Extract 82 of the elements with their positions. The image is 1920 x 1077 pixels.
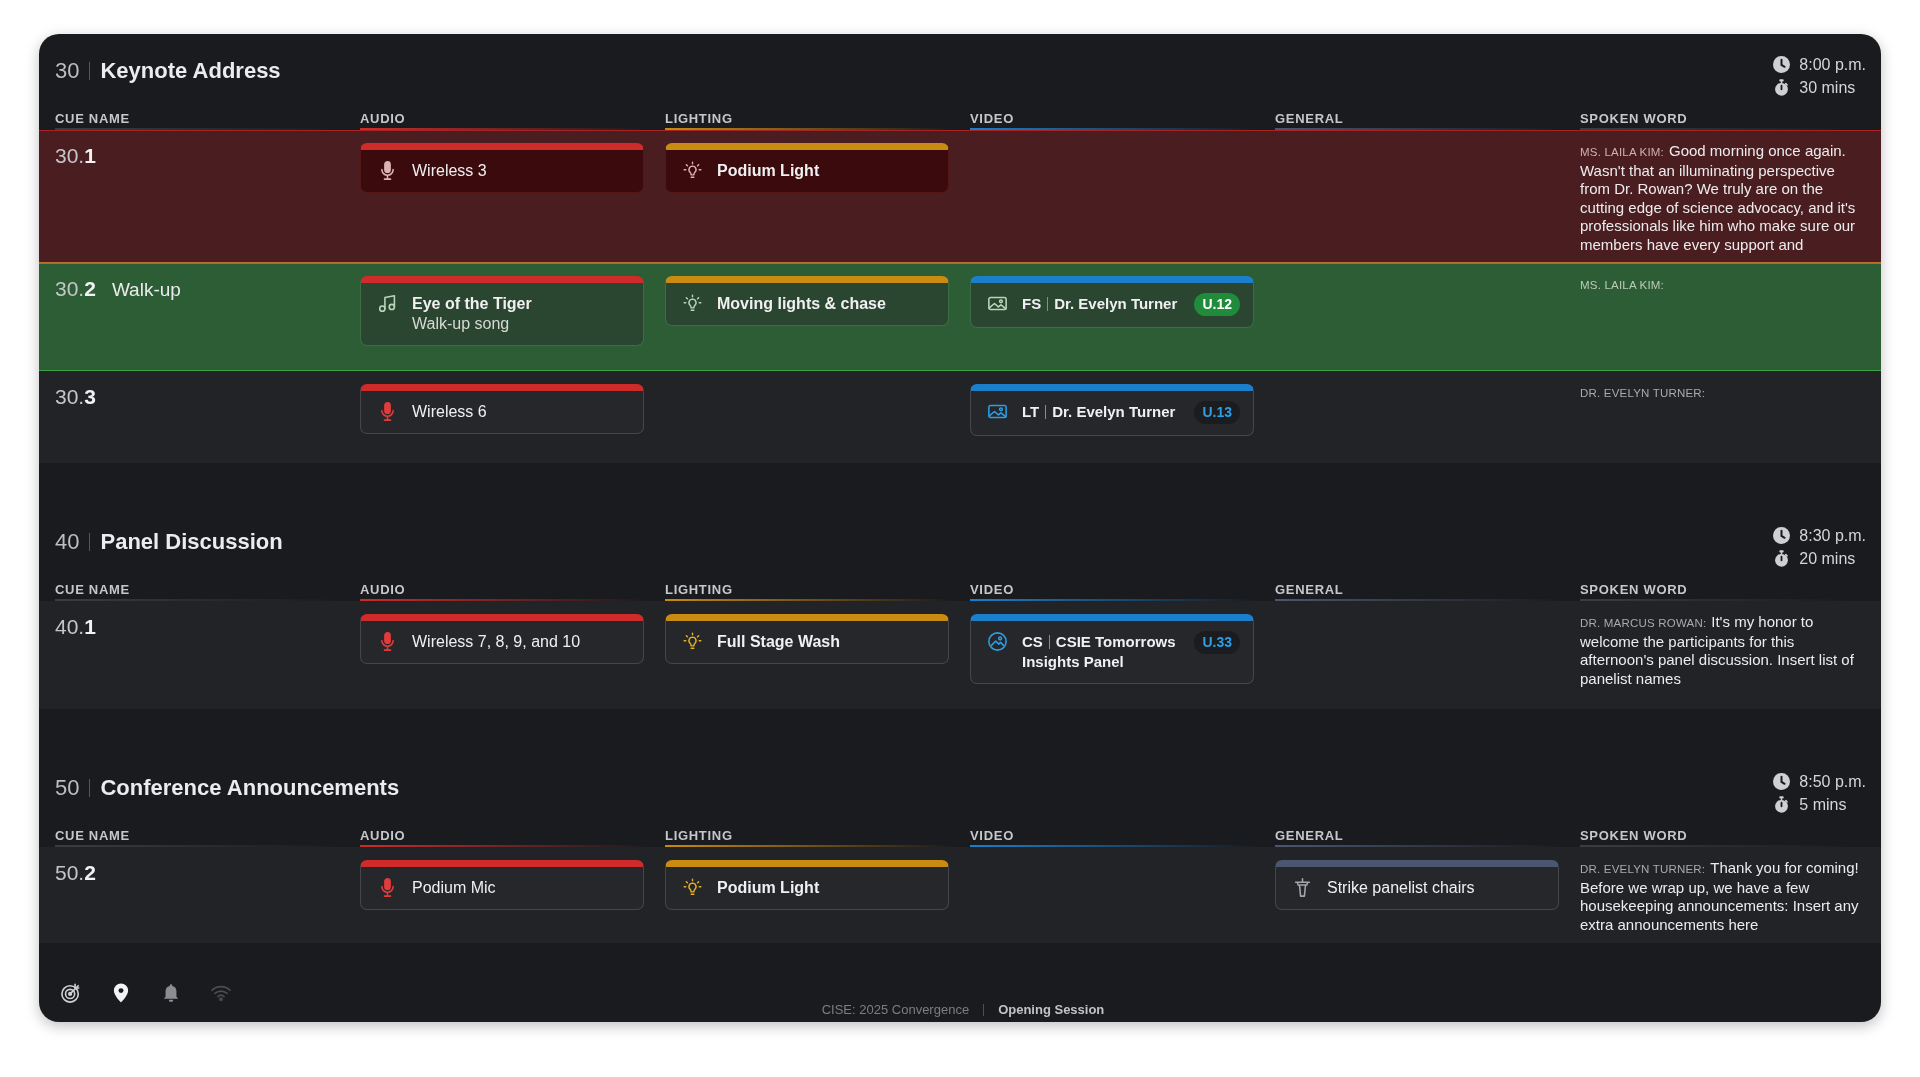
clip-id-badge: U.33	[1194, 631, 1240, 654]
image-icon	[988, 402, 1007, 421]
column-header: GENERAL	[1275, 582, 1344, 597]
card-title: LT Dr. Evelyn Turner	[1022, 402, 1177, 422]
card-subtitle: Walk-up song	[412, 314, 511, 334]
clip-id-badge: U.13	[1194, 401, 1240, 424]
start-time: 8:50 p.m.	[1799, 772, 1866, 792]
microphone-icon	[378, 402, 397, 421]
stopwatch-icon	[1773, 79, 1791, 96]
card-title: Moving lights & chase	[717, 294, 887, 314]
column-header: LIGHTING	[665, 828, 733, 843]
card-title: FS Dr. Evelyn Turner	[1022, 294, 1179, 314]
card-title: Eye of the Tiger	[412, 294, 533, 314]
spoken-word-text: MS. LAILA KIM:	[1580, 278, 1665, 293]
section-title: Keynote Address	[100, 57, 281, 85]
column-header: CUE NAME	[55, 828, 130, 843]
column-header: AUDIO	[360, 111, 406, 126]
start-time: 8:00 p.m.	[1799, 55, 1866, 75]
event-name: CISE: 2025 Convergence	[821, 1001, 970, 1018]
lightbulb-icon	[683, 161, 702, 180]
column-header: SPOKEN WORD	[1580, 828, 1688, 843]
spoken-word-text: DR. EVELYN TURNER:	[1580, 386, 1707, 401]
spoken-word-text: DR. MARCUS ROWAN: It's my honor to welcome the participants for this afternoon's panel discussion. Insert list of panelist names	[1580, 613, 1855, 688]
session-name: Opening Session	[998, 1001, 1105, 1018]
target-icon[interactable]	[61, 983, 81, 1003]
column-header: GENERAL	[1275, 828, 1344, 843]
column-header: LIGHTING	[665, 582, 733, 597]
column-header: SPOKEN WORD	[1580, 582, 1688, 597]
column-header: AUDIO	[360, 582, 406, 597]
stopwatch-icon	[1773, 550, 1791, 567]
bell-icon[interactable]	[161, 983, 181, 1003]
spoken-word-text: DR. EVELYN TURNER: Thank you for coming! Before we wrap up, we have a few housekeeping announcements: Insert any extra announcements here	[1580, 859, 1860, 934]
card-title: CS CSIE Tomorrows Insights Panel	[1022, 632, 1177, 672]
card-title: Podium Mic	[412, 878, 497, 898]
cue-name: Walk-up	[111, 278, 181, 302]
column-header: VIDEO	[970, 828, 1014, 843]
image-icon	[988, 294, 1007, 313]
card-title: Wireless 6	[412, 402, 488, 422]
lightbulb-icon	[683, 878, 702, 897]
start-time: 8:30 p.m.	[1799, 526, 1866, 546]
clock-icon	[1773, 527, 1791, 544]
microphone-icon	[378, 161, 397, 180]
column-header: VIDEO	[970, 111, 1014, 126]
column-header: SPOKEN WORD	[1580, 111, 1688, 126]
clock-icon	[1773, 773, 1791, 790]
card-title: Strike panelist chairs	[1327, 878, 1476, 898]
duration: 30 mins	[1799, 78, 1856, 98]
column-header: LIGHTING	[665, 111, 733, 126]
lightbulb-icon	[683, 294, 702, 313]
location-pin-icon[interactable]	[111, 983, 131, 1003]
cue-number: 30.1	[55, 144, 96, 168]
section-title: Panel Discussion	[100, 528, 283, 556]
lightbulb-icon	[683, 632, 702, 651]
cue-number: 50.2	[55, 861, 96, 885]
podium-icon	[1293, 878, 1312, 897]
clock-icon	[1773, 56, 1791, 73]
section-number: 30	[55, 57, 80, 85]
microphone-icon	[378, 878, 397, 897]
cue-number: 40.1	[55, 615, 96, 639]
card-title: Full Stage Wash	[717, 632, 841, 652]
card-title: Wireless 7, 8, 9, and 10	[412, 632, 582, 652]
column-header: AUDIO	[360, 828, 406, 843]
card-title: Wireless 3	[412, 161, 488, 181]
section-number: 40	[55, 528, 80, 556]
section-title: Conference Announcements	[100, 774, 400, 802]
cue-number: 30.2	[55, 277, 96, 301]
music-note-icon	[378, 294, 397, 313]
column-header: VIDEO	[970, 582, 1014, 597]
photo-circle-icon	[988, 632, 1007, 651]
card-title: Podium Light	[717, 161, 821, 181]
duration: 20 mins	[1799, 549, 1856, 569]
column-header: CUE NAME	[55, 111, 130, 126]
column-header: CUE NAME	[55, 582, 130, 597]
cue-number: 30.3	[55, 385, 96, 409]
spoken-word-text: MS. LAILA KIM: Good morning once again. Wasn't that an illuminating perspective from Dr. Rowan? We truly are on the cutting edge of science advocacy, and it's professionals like him who make sure our members have every support and	[1580, 142, 1857, 254]
section-number: 50	[55, 774, 80, 802]
card-title: Podium Light	[717, 878, 821, 898]
clip-id-badge: U.12	[1194, 293, 1240, 316]
stopwatch-icon	[1773, 796, 1791, 813]
duration: 5 mins	[1799, 795, 1847, 815]
column-header: GENERAL	[1275, 111, 1344, 126]
microphone-icon	[378, 632, 397, 651]
